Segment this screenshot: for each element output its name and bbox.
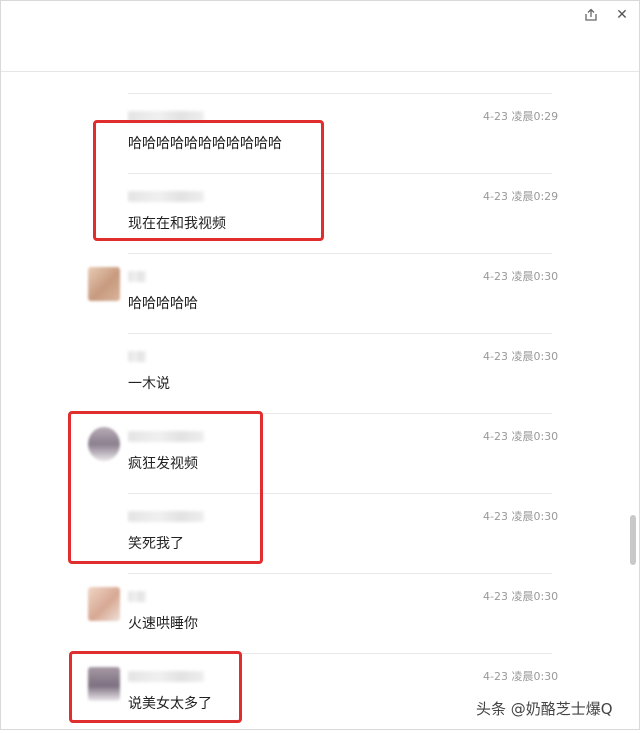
separator bbox=[128, 573, 552, 574]
message-text: 火速哄睡你 bbox=[128, 616, 198, 632]
sender-name-blurred bbox=[128, 271, 146, 282]
message-text: 一木说 bbox=[128, 376, 170, 392]
message-item[interactable]: 4-23 凌晨0:30 哈哈哈哈哈 bbox=[0, 253, 630, 333]
message-time: 4-23 凌晨0:29 bbox=[483, 110, 559, 123]
message-time: 4-23 凌晨0:29 bbox=[483, 190, 559, 203]
message-time: 4-23 凌晨0:30 bbox=[483, 510, 559, 523]
message-time: 4-23 凌晨0:30 bbox=[483, 670, 559, 683]
message-text: 哈哈哈哈哈 bbox=[128, 296, 198, 312]
highlight-box bbox=[69, 651, 242, 723]
separator bbox=[128, 93, 552, 94]
message-time: 4-23 凌晨0:30 bbox=[483, 590, 559, 603]
watermark: 头条 @奶酪芝士爆Q bbox=[476, 700, 613, 718]
avatar[interactable] bbox=[88, 267, 120, 301]
avatar[interactable] bbox=[88, 587, 120, 621]
message-time: 4-23 凌晨0:30 bbox=[483, 350, 559, 363]
sender-name-blurred bbox=[128, 591, 146, 602]
separator bbox=[128, 253, 552, 254]
highlight-box bbox=[68, 411, 263, 564]
message-item[interactable]: 4-23 凌晨0:30 火速哄睡你 bbox=[0, 573, 630, 653]
window-header: ✕ bbox=[1, 1, 639, 72]
close-icon[interactable]: ✕ bbox=[614, 7, 630, 23]
message-item[interactable]: 4-23 凌晨0:30 一木说 bbox=[0, 333, 630, 413]
message-time: 4-23 凌晨0:30 bbox=[483, 270, 559, 283]
highlight-box bbox=[93, 120, 324, 241]
share-icon[interactable] bbox=[584, 8, 598, 22]
sender-name-blurred bbox=[128, 351, 146, 362]
separator bbox=[128, 333, 552, 334]
message-time: 4-23 凌晨0:30 bbox=[483, 430, 559, 443]
scrollbar-thumb[interactable] bbox=[630, 515, 636, 565]
